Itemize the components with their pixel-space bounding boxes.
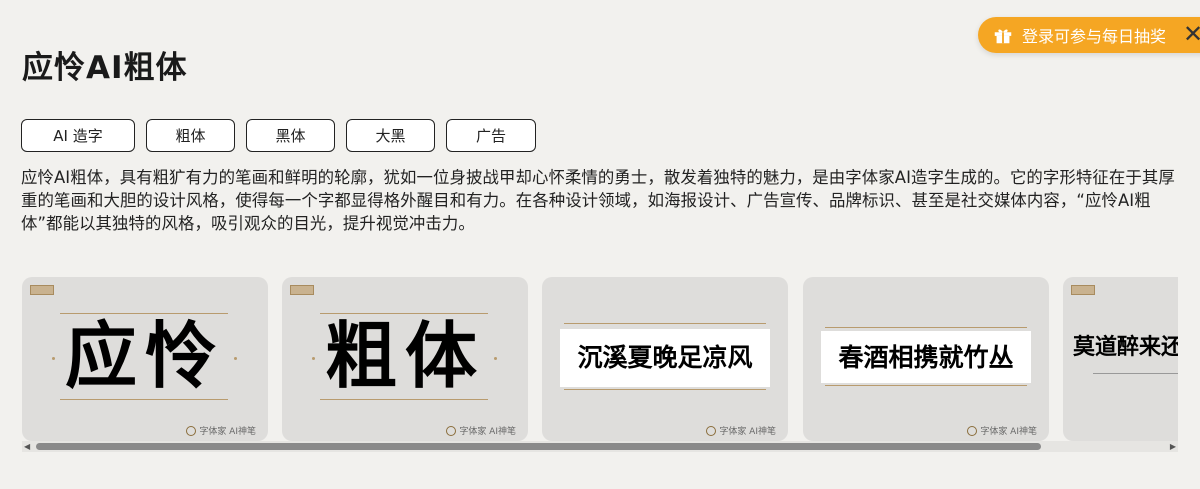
divider xyxy=(825,327,1027,328)
brand-badge-icon xyxy=(1071,285,1095,295)
sample-gallery[interactable]: 应怜 字体家 AI神笔 粗体 字体家 AI神笔 沉溪夏晚足凉风 字体家 AI神笔… xyxy=(22,277,1178,441)
seal-icon xyxy=(186,425,197,436)
tag-ai-zaozi[interactable]: AI 造字 xyxy=(21,119,135,152)
tag-dahei[interactable]: 大黑 xyxy=(346,119,435,152)
seal-icon xyxy=(706,425,717,436)
divider xyxy=(320,399,488,400)
divider xyxy=(564,389,766,390)
scroll-right-icon[interactable]: ▶ xyxy=(1170,442,1176,451)
sample-text: 沉溪夏晚足凉风 xyxy=(577,343,753,372)
tag-guanggao[interactable]: 广告 xyxy=(446,119,536,152)
sample-card[interactable]: 沉溪夏晚足凉风 字体家 AI神笔 xyxy=(542,277,788,441)
divider xyxy=(564,323,766,324)
page-title: 应怜AI粗体 xyxy=(22,50,188,86)
scroll-left-icon[interactable]: ◀ xyxy=(24,442,30,451)
divider xyxy=(60,399,228,400)
tag-heiti[interactable]: 黑体 xyxy=(246,119,335,152)
sample-card[interactable]: 莫道醉来还 xyxy=(1063,277,1178,441)
sample-text: 莫道醉来还 xyxy=(1073,335,1178,360)
gift-icon xyxy=(994,29,1012,44)
login-lottery-label: 登录可参与每日抽奖 xyxy=(1022,27,1167,46)
seal-icon xyxy=(967,425,978,436)
watermark: 字体家 AI神笔 xyxy=(446,424,516,437)
sample-text: 应怜 xyxy=(64,314,225,398)
close-icon[interactable]: ✕ xyxy=(1183,20,1200,48)
watermark: 字体家 AI神笔 xyxy=(706,424,776,437)
divider xyxy=(825,385,1027,386)
sample-text: 春酒相携就竹丛 xyxy=(838,343,1014,372)
font-description: 应怜AI粗体，具有粗犷有力的笔画和鲜明的轮廓，犹如一位身披战甲却心怀柔情的勇士，… xyxy=(21,168,1175,233)
tag-cuti[interactable]: 粗体 xyxy=(146,119,235,152)
gallery-scrollbar[interactable]: ◀ ▶ xyxy=(22,441,1178,452)
watermark: 字体家 AI神笔 xyxy=(186,424,256,437)
sample-text: 粗体 xyxy=(324,314,485,398)
watermark: 字体家 AI神笔 xyxy=(967,424,1037,437)
divider xyxy=(1093,373,1178,374)
tag-list: AI 造字 粗体 黑体 大黑 广告 xyxy=(21,119,536,152)
seal-icon xyxy=(446,425,457,436)
login-lottery-button[interactable]: 登录可参与每日抽奖 xyxy=(978,17,1200,53)
brand-badge-icon xyxy=(290,285,314,295)
brand-badge-icon xyxy=(30,285,54,295)
sample-card[interactable]: 春酒相携就竹丛 字体家 AI神笔 xyxy=(803,277,1049,441)
sample-card[interactable]: 粗体 字体家 AI神笔 xyxy=(282,277,528,441)
scroll-thumb[interactable] xyxy=(36,443,1041,450)
sample-card[interactable]: 应怜 字体家 AI神笔 xyxy=(22,277,268,441)
